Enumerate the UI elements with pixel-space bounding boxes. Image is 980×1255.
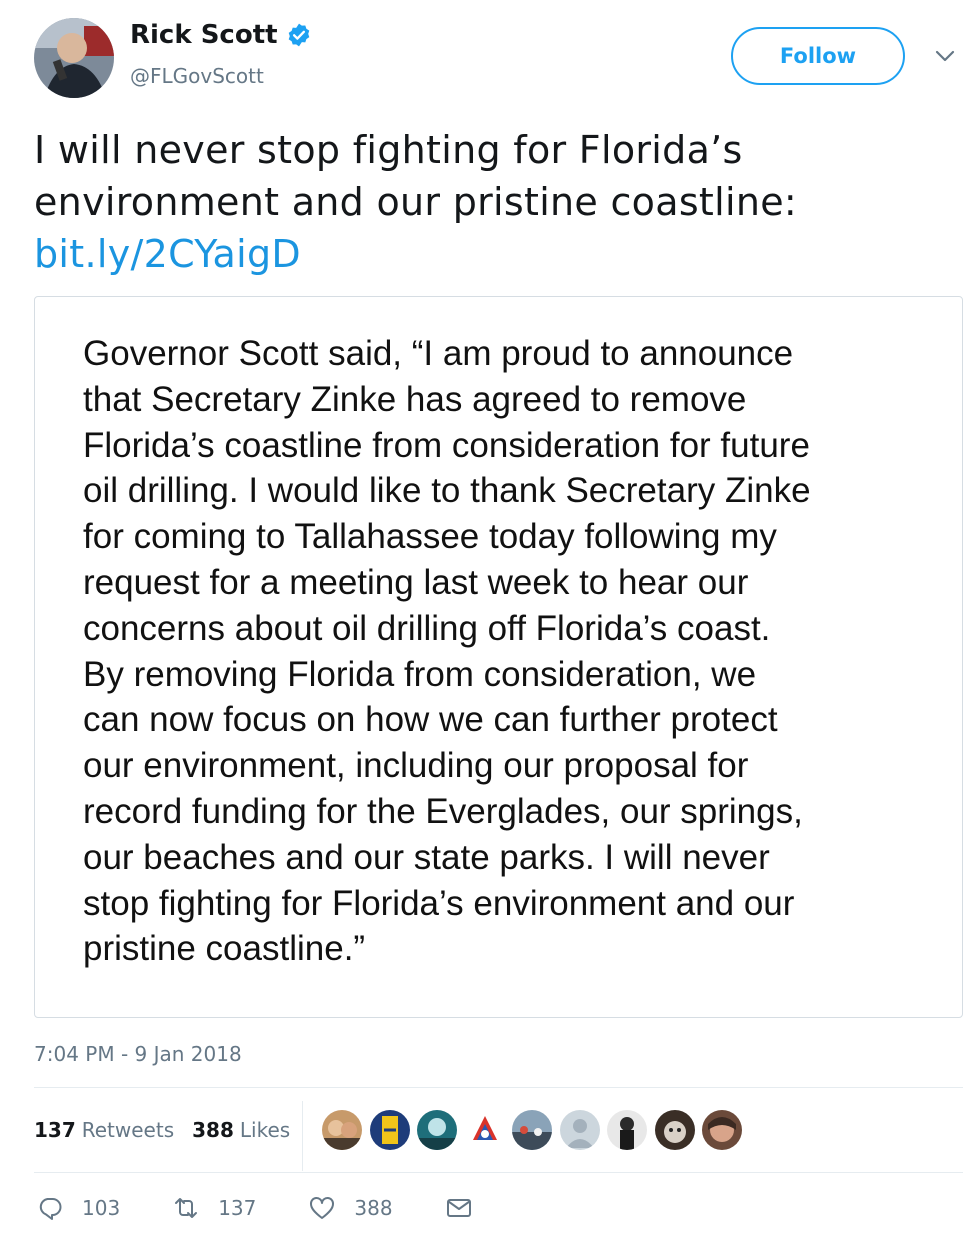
likes-label: Likes <box>239 1118 291 1142</box>
verified-badge-icon <box>288 23 309 47</box>
reply-count: 103 <box>82 1196 121 1220</box>
envelope-icon <box>446 1199 471 1217</box>
media-image[interactable]: Governor Scott said, “I am proud to anno… <box>34 296 963 1018</box>
chevron-down-icon[interactable] <box>932 46 958 66</box>
retweets-stat[interactable]: 137 Retweets <box>34 1118 174 1142</box>
statement-text: Governor Scott said, “I am proud to anno… <box>83 334 811 969</box>
likes-stat[interactable]: 388 Likes <box>192 1118 290 1142</box>
divider <box>302 1101 303 1171</box>
reply-icon <box>39 1198 62 1220</box>
retweet-count: 137 <box>218 1196 257 1220</box>
tweet-text: I will never stop fighting for Florida’s… <box>34 124 934 280</box>
direct-message-button[interactable] <box>445 1194 473 1222</box>
like-button[interactable]: 388 <box>308 1194 393 1222</box>
default-avatar-icon[interactable] <box>559 1110 600 1150</box>
follow-button[interactable]: Follow <box>731 27 905 85</box>
divider <box>34 1087 963 1088</box>
author-name-row: Rick Scott <box>130 20 312 50</box>
tweet-link[interactable]: bit.ly/2CYaigD <box>34 228 301 280</box>
retweet-button[interactable]: 137 <box>172 1194 256 1222</box>
likes-count: 388 <box>192 1118 234 1142</box>
liker-avatars <box>322 1110 750 1150</box>
author-avatar[interactable] <box>34 18 114 98</box>
like-count: 388 <box>354 1196 393 1220</box>
liker-avatar[interactable] <box>702 1110 742 1150</box>
retweets-label: Retweets <box>81 1118 175 1142</box>
liker-avatar[interactable] <box>607 1110 647 1150</box>
author-name[interactable]: Rick Scott <box>130 20 278 50</box>
heart-icon <box>310 1197 335 1219</box>
retweets-count: 137 <box>34 1118 76 1142</box>
retweet-icon <box>175 1198 198 1218</box>
liker-avatar[interactable] <box>322 1110 362 1150</box>
liker-avatar[interactable] <box>464 1110 505 1150</box>
divider <box>34 1172 963 1173</box>
author-handle[interactable]: @FLGovScott <box>130 64 264 88</box>
tweet-actions: 103 137 388 <box>36 1194 473 1222</box>
avatar-photo <box>34 18 114 98</box>
liker-avatar[interactable] <box>654 1110 695 1150</box>
reply-button[interactable]: 103 <box>36 1194 120 1222</box>
liker-avatar[interactable] <box>512 1110 552 1150</box>
tweet-timestamp[interactable]: 7:04 PM - 9 Jan 2018 <box>34 1042 242 1066</box>
tweet-stats: 137 Retweets 388 Likes <box>34 1118 290 1142</box>
tweet-body: I will never stop fighting for Florida’s… <box>34 128 797 224</box>
liker-avatar[interactable] <box>369 1110 410 1150</box>
liker-avatar[interactable] <box>417 1110 457 1150</box>
